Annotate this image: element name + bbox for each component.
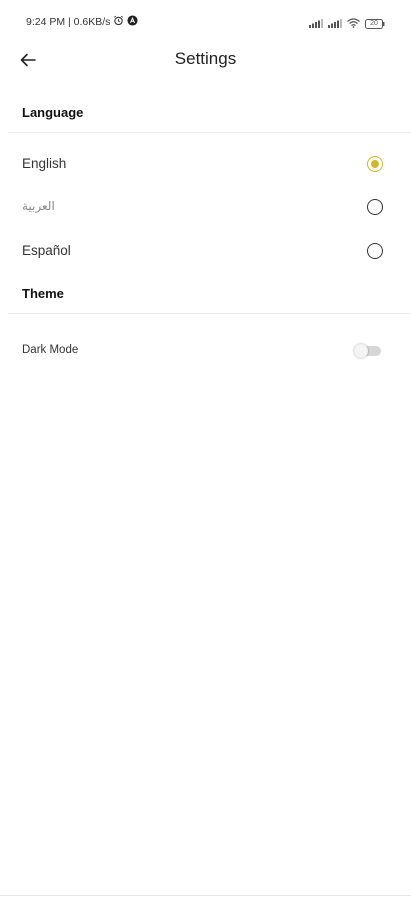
language-option-spanish[interactable]: Español xyxy=(0,231,411,271)
signal-icon-2 xyxy=(328,15,342,33)
radio-button-selected[interactable] xyxy=(367,156,383,172)
dark-mode-toggle[interactable] xyxy=(354,344,381,358)
page-title: Settings xyxy=(174,49,237,68)
battery-icon: 20 xyxy=(365,19,385,29)
app-bar: Settings xyxy=(0,40,411,80)
language-option-label: Español xyxy=(22,243,71,258)
language-option-label: العربية xyxy=(22,199,55,213)
app-notification-icon xyxy=(127,15,138,29)
toggle-thumb xyxy=(354,344,368,358)
alarm-icon xyxy=(113,15,124,29)
language-option-label: English xyxy=(22,156,67,171)
status-left: 9:24 PM | 0.6KB/s xyxy=(26,15,138,29)
wifi-icon xyxy=(347,15,360,33)
signal-icon xyxy=(309,15,323,33)
dark-mode-row: Dark Mode xyxy=(0,334,411,368)
language-option-english[interactable]: English xyxy=(0,144,411,184)
radio-button[interactable] xyxy=(367,199,383,215)
language-option-arabic[interactable]: العربية xyxy=(0,187,411,227)
language-divider xyxy=(8,132,411,133)
theme-section-title: Theme xyxy=(22,286,64,301)
theme-divider xyxy=(8,313,411,314)
dark-mode-label: Dark Mode xyxy=(22,344,79,356)
status-bar: 9:24 PM | 0.6KB/s 20 xyxy=(0,0,411,44)
status-time: 9:24 PM | 0.6KB/s xyxy=(26,16,111,28)
battery-level: 20 xyxy=(370,20,378,27)
bottom-divider xyxy=(0,895,411,896)
language-section-title: Language xyxy=(22,105,84,120)
radio-button[interactable] xyxy=(367,243,383,259)
status-right: 20 xyxy=(309,15,385,33)
